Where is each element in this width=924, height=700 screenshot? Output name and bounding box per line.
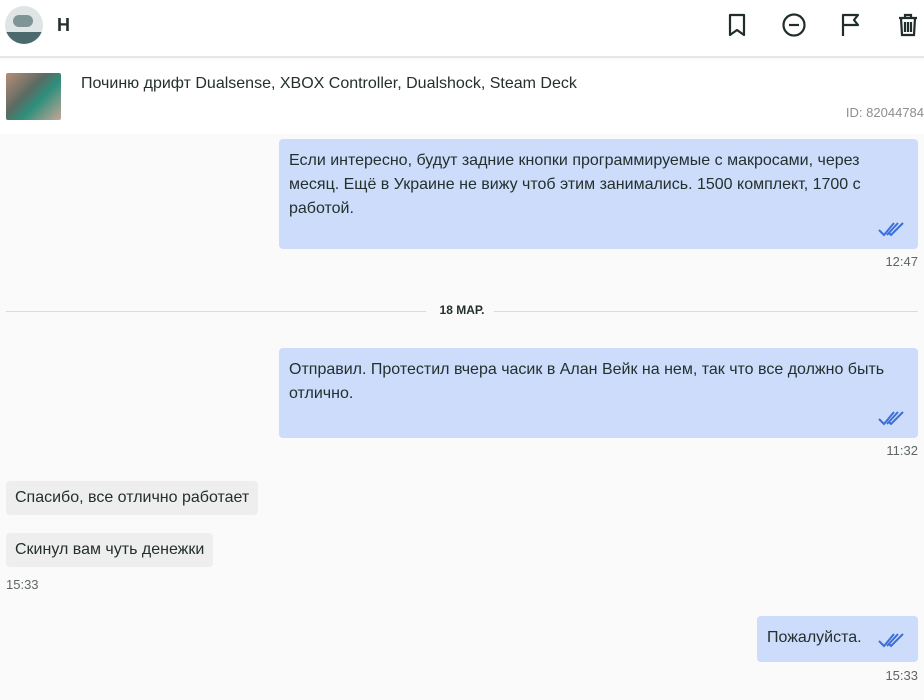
message-time: 11:32 [886,443,918,458]
read-check-icon [878,411,904,426]
message-text: Пожалуйста. [767,629,862,646]
read-check-icon [878,222,904,237]
incoming-message: Спасибо, все отлично работает [6,481,259,515]
contact-name[interactable]: Н [57,15,70,36]
outgoing-message: Отправил. Протестил вчера часик в Алан В… [279,348,918,438]
flag-icon[interactable] [838,12,864,38]
incoming-message: Скинул вам чуть денежки [6,533,214,567]
ad-thumbnail[interactable] [6,73,61,120]
block-icon[interactable] [781,12,807,38]
message-text: Если интересно, будут задние кнопки прог… [289,152,861,217]
ad-card[interactable]: Починю дрифт Dualsense, XBOX Controller,… [0,60,924,134]
ad-title[interactable]: Починю дрифт Dualsense, XBOX Controller,… [81,75,577,93]
message-time: 15:33 [885,668,918,683]
avatar[interactable] [5,6,43,44]
chat-header: Н [0,0,924,58]
ad-id: ID: 82044784 [845,105,924,120]
bookmark-icon[interactable] [724,12,750,38]
date-separator: 18 МАР. [439,303,485,317]
outgoing-message: Если интересно, будут задние кнопки прог… [279,139,918,249]
outgoing-message: Пожалуйста. [757,616,918,662]
read-check-icon [878,633,904,648]
message-time: 12:47 [885,254,918,269]
message-time: 15:33 [6,577,39,592]
message-text: Отправил. Протестил вчера часик в Алан В… [289,361,885,402]
trash-icon[interactable] [895,12,921,38]
